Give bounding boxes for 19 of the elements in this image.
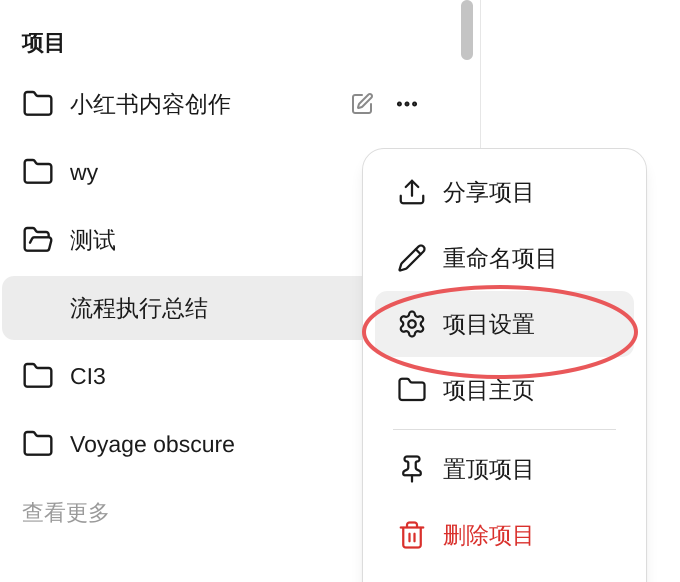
edit-icon[interactable]	[350, 92, 374, 116]
menu-item[interactable]: 分享项目	[375, 159, 634, 225]
project-name: wy	[70, 158, 98, 187]
gear-icon	[397, 309, 427, 339]
project-name: CI3	[70, 362, 106, 391]
project-name: 测试	[70, 226, 116, 255]
upload-icon	[397, 177, 427, 207]
menu-item[interactable]: 置顶项目	[375, 436, 634, 502]
pencil-icon	[397, 243, 427, 273]
menu-item[interactable]: 项目设置	[375, 291, 634, 357]
project-name: 小红书内容创作	[70, 90, 231, 119]
menu-item[interactable]: 删除项目	[375, 502, 634, 568]
menu-item[interactable]: 项目主页	[375, 357, 634, 423]
project-name: 流程执行总结	[70, 294, 208, 323]
section-title: 项目	[22, 30, 66, 55]
project-name: Voyage obscure	[70, 430, 235, 459]
scrollbar-thumb[interactable]	[461, 0, 473, 60]
trash-icon	[397, 520, 427, 550]
project-item[interactable]: 小红书内容创作	[0, 70, 480, 138]
